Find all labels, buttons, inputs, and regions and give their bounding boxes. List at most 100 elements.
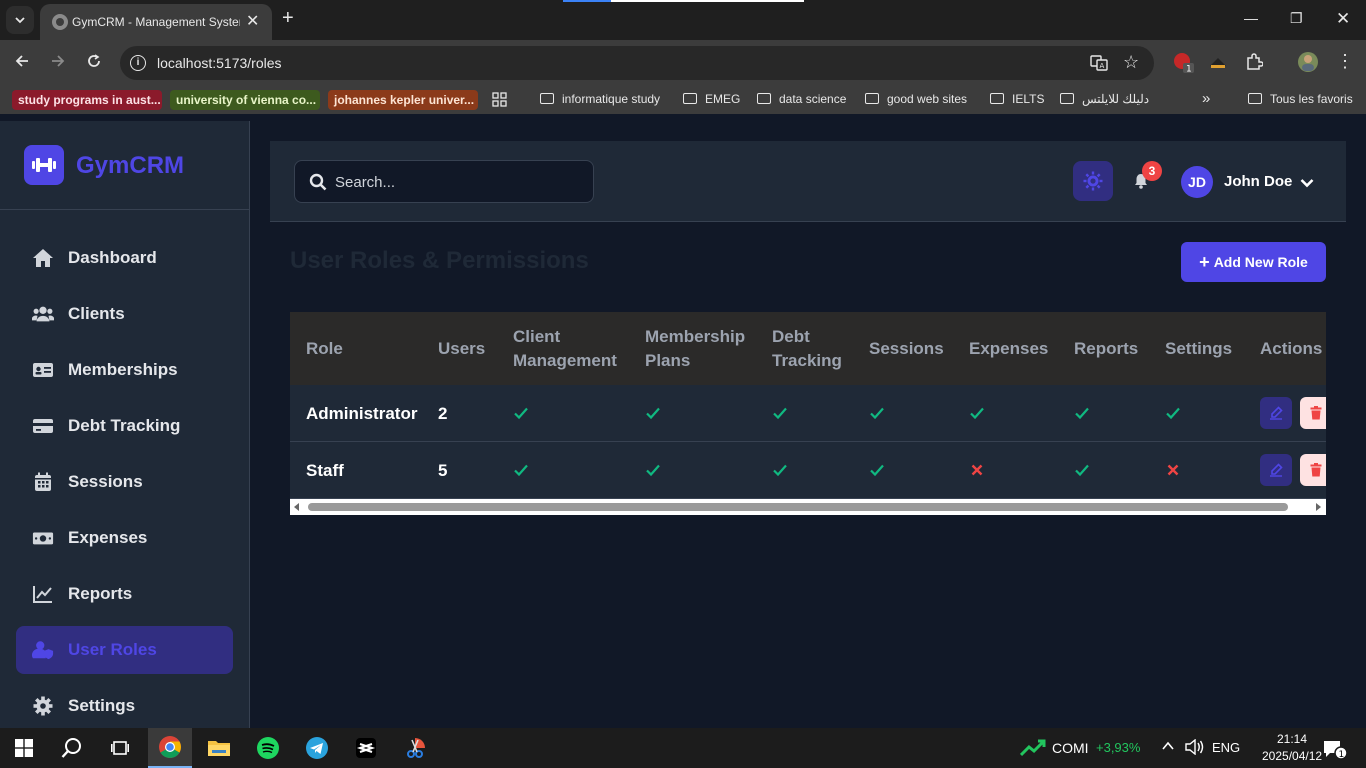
calendar-icon — [32, 471, 54, 493]
taskbar-snipping-tool[interactable] — [393, 728, 437, 768]
browser-menu-icon[interactable]: ⋮ — [1336, 52, 1354, 70]
avatar[interactable]: JD — [1181, 166, 1213, 198]
extension-icon[interactable]: 1 — [1173, 52, 1195, 79]
check-icon — [870, 407, 884, 420]
delete-role-button[interactable] — [1300, 397, 1326, 429]
notification-center-icon[interactable]: 1 — [1322, 739, 1348, 762]
edit-icon — [1270, 406, 1283, 420]
bookmark-folder[interactable]: informatique study — [540, 92, 660, 106]
search-box[interactable] — [294, 160, 594, 203]
bookmark-folder[interactable]: EMEG — [683, 92, 740, 106]
sidebar-item-sessions[interactable]: Sessions — [16, 458, 233, 506]
check-icon — [773, 407, 787, 420]
site-info-icon[interactable]: i — [130, 55, 146, 71]
taskbar-telegram[interactable] — [295, 728, 339, 768]
language-indicator[interactable]: ENG — [1212, 740, 1240, 755]
theme-toggle-button[interactable] — [1073, 161, 1113, 201]
header-membership-plans: Membership Plans — [645, 327, 746, 370]
search-input[interactable] — [335, 171, 575, 193]
delete-role-button[interactable] — [1300, 454, 1326, 486]
sidebar-item-clients[interactable]: Clients — [16, 290, 233, 338]
taskbar-search-button[interactable] — [50, 728, 94, 768]
translate-icon[interactable]: A — [1090, 54, 1108, 76]
header-expenses: Expenses — [969, 339, 1049, 358]
taskbar-chrome[interactable] — [148, 728, 192, 768]
profile-avatar[interactable] — [1297, 51, 1319, 78]
sidebar-item-settings[interactable]: Settings — [16, 682, 233, 730]
bookmarks-bar: study programs in aust... university of … — [0, 86, 1366, 114]
sidebar-item-dashboard[interactable]: Dashboard — [16, 234, 233, 282]
bookmark-folder[interactable]: data science — [757, 92, 846, 106]
stock-name[interactable]: COMI — [1052, 740, 1089, 756]
bookmark-tag-3[interactable]: johannes kepler univer... — [328, 90, 478, 110]
svg-text:1: 1 — [1339, 750, 1345, 759]
bookmark-star-icon[interactable]: ☆ — [1123, 52, 1139, 73]
notification-badge: 3 — [1142, 161, 1162, 181]
edit-role-button[interactable] — [1260, 397, 1292, 429]
close-tab-icon[interactable]: ✕ — [246, 11, 259, 31]
chevron-up-icon[interactable] — [1161, 739, 1175, 756]
clock[interactable]: 21:14 2025/04/12 — [1262, 732, 1322, 763]
bookmark-folder[interactable]: دليلك للايلتس — [1060, 92, 1149, 106]
address-bar[interactable]: i localhost:5173/roles A ☆ — [120, 46, 1154, 80]
add-new-role-button[interactable]: + Add New Role — [1181, 242, 1326, 282]
restore-button[interactable]: ❐ — [1290, 10, 1303, 27]
user-name[interactable]: John Doe — [1224, 173, 1292, 190]
chevron-down-icon[interactable] — [1300, 175, 1314, 193]
roles-table: Role Users Client Management Membership Pl… — [290, 312, 1326, 499]
sidebar-item-reports[interactable]: Reports — [16, 570, 233, 618]
extension-2-icon[interactable] — [1208, 54, 1228, 75]
header-role: Role — [306, 339, 343, 358]
scrollbar-thumb[interactable] — [308, 503, 1288, 511]
check-icon — [1075, 407, 1089, 420]
table-row: Staff 5 — [290, 442, 1326, 499]
scissors-icon — [407, 738, 425, 758]
clock-date: 2025/04/12 — [1262, 749, 1323, 763]
browser-tab[interactable]: GymCRM - Management System ✕ — [40, 4, 272, 40]
edit-role-button[interactable] — [1260, 454, 1292, 486]
tab-search-button[interactable] — [6, 6, 34, 34]
start-button[interactable] — [2, 728, 46, 768]
bookmark-folder[interactable]: good web sites — [865, 92, 967, 106]
stock-change[interactable]: +3,93% — [1096, 740, 1140, 755]
clock-time: 21:14 — [1276, 732, 1308, 746]
sidebar-item-memberships[interactable]: Memberships — [16, 346, 233, 394]
role-name: Staff — [306, 461, 344, 480]
page-title: User Roles & Permissions — [290, 247, 589, 274]
plus-icon: + — [1199, 251, 1210, 272]
taskbar-capcut[interactable] — [344, 728, 388, 768]
reload-button[interactable] — [86, 53, 102, 74]
all-bookmarks-folder[interactable]: Tous les favoris — [1248, 92, 1353, 106]
sidebar-item-user-roles[interactable]: User Roles — [16, 626, 233, 674]
folder-icon — [1248, 93, 1262, 104]
bookmark-folder[interactable]: IELTS — [990, 92, 1044, 106]
extensions-puzzle-icon[interactable] — [1245, 53, 1264, 76]
check-icon — [773, 464, 787, 477]
apps-grid-icon[interactable] — [492, 92, 507, 110]
new-tab-button[interactable]: + — [282, 7, 294, 30]
horizontal-scrollbar[interactable] — [290, 499, 1326, 515]
taskbar-spotify[interactable] — [246, 728, 290, 768]
svg-text:1: 1 — [1186, 65, 1192, 75]
sidebar-item-expenses[interactable]: Expenses — [16, 514, 233, 562]
more-bookmarks-button[interactable]: » — [1202, 90, 1210, 107]
sidebar-item-debt-tracking[interactable]: Debt Tracking — [16, 402, 233, 450]
stock-widget-icon[interactable] — [1019, 739, 1046, 760]
volume-icon[interactable] — [1185, 738, 1205, 758]
forward-button[interactable] — [50, 53, 66, 74]
back-button[interactable] — [14, 53, 30, 74]
chrome-icon — [159, 736, 181, 758]
task-view-button[interactable] — [98, 728, 142, 768]
x-mark-icon — [1167, 464, 1179, 476]
check-icon — [646, 464, 660, 477]
url-text[interactable]: localhost:5173/roles — [157, 55, 282, 71]
bookmark-tag-1[interactable]: study programs in aust... — [12, 90, 162, 110]
task-view-icon — [111, 741, 129, 755]
close-window-button[interactable]: ✕ — [1336, 9, 1350, 29]
scroll-right-arrow[interactable] — [1316, 503, 1321, 511]
bookmark-tag-2[interactable]: university of vienna co... — [170, 90, 320, 110]
scroll-left-arrow[interactable] — [294, 503, 299, 511]
top-header: 3 JD John Doe — [270, 141, 1346, 222]
minimize-button[interactable]: — — [1244, 10, 1258, 26]
taskbar-file-explorer[interactable] — [197, 728, 241, 768]
